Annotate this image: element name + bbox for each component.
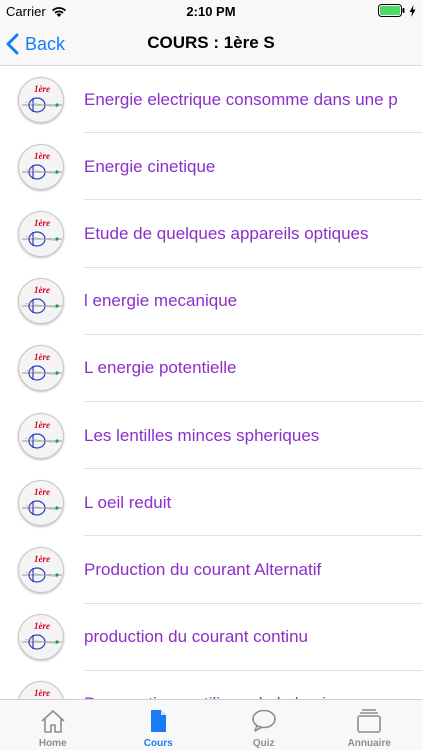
tab-label: Home [38,738,67,749]
list-item[interactable]: 1ère Energie cinetique [0,133,422,201]
optics-diagram-icon: 1ère [22,487,62,516]
course-title: Energie cinetique [84,156,216,176]
level-badge: 1ère [34,285,50,295]
course-title: Les lentilles minces spheriques [84,425,320,445]
tab-label: Cours [143,738,173,749]
chat-bubble-icon [251,709,276,732]
list-item[interactable]: 1ère L oeil reduit [0,469,422,537]
course-thumbnail: 1ère [18,143,64,190]
course-title: production du courant continu [84,627,308,647]
course-thumbnail: 1ère [18,76,64,123]
course-thumbnail: 1ère [18,614,64,661]
tab-annuaire[interactable]: Annuaire [317,700,422,750]
list-item[interactable]: 1ère Etude de quelques appareils optique… [0,200,422,268]
list-item[interactable]: 1ère Energie electrique consomme dans un… [0,66,422,134]
tab-bar: Home Cours Quiz Annuaire [0,699,422,750]
status-right [378,4,416,17]
status-time: 2:10 PM [186,4,236,19]
level-badge: 1ère [34,352,50,362]
list-item[interactable]: 1ère production du courant continu [0,604,422,671]
course-title: l energie mecanique [84,291,238,311]
battery-icon [378,4,405,17]
course-title: L energie potentielle [84,358,237,378]
tab-label: Quiz [252,738,275,749]
optics-diagram-icon: 1ère [22,151,62,180]
course-title: L oeil reduit [84,492,172,512]
list-item[interactable]: 1ère Les lentilles minces spheriques [0,402,422,470]
optics-diagram-icon: 1ère [22,554,62,583]
stack-icon [357,709,382,733]
home-icon [41,710,65,733]
tab-cours[interactable]: Cours [106,700,212,750]
optics-diagram-icon: 1ère [22,218,62,247]
tab-home[interactable]: Home [0,700,106,750]
course-thumbnail: 1ère [18,479,64,526]
optics-diagram-icon: 1ère [22,84,62,113]
course-title: Energie electrique consomme dans une p [84,89,398,109]
optics-diagram-icon: 1ère [22,621,62,650]
course-thumbnail: 1ère [18,412,64,459]
tab-label: Annuaire [347,738,391,749]
tab-quiz[interactable]: Quiz [211,700,317,750]
course-thumbnail: 1ère [18,681,64,699]
level-badge: 1ère [34,84,50,94]
course-thumbnail: 1ère [18,278,64,325]
level-badge: 1ère [34,218,50,228]
document-icon [151,710,167,732]
level-badge: 1ère [34,420,50,430]
level-badge: 1ère [34,621,50,631]
charging-bolt-icon [409,4,416,17]
status-bar: Carrier 2:10 PM [0,0,422,22]
level-badge: 1ère [34,151,50,161]
course-thumbnail: 1ère [18,546,64,593]
optics-diagram-icon: 1ère [22,285,62,314]
course-thumbnail: 1ère [18,210,64,257]
level-badge: 1ère [34,487,50,497]
optics-diagram-icon: 1ère [22,352,62,381]
list-item[interactable]: 1ère Propagation rectiligne de la lumier… [0,671,422,699]
level-badge: 1ère [34,688,50,698]
course-list: 1ère Energie electrique consomme dans un… [0,66,422,699]
list-item[interactable]: 1ère Production du courant Alternatif [0,536,422,604]
navigation-bar: Back COURS : 1ère S [0,22,422,66]
course-title: Etude de quelques appareils optiques [84,223,369,243]
list-item[interactable]: 1ère l energie mecanique [0,268,422,335]
course-title: Production du courant Alternatif [84,559,322,579]
list-item[interactable]: 1ère L energie potentielle [0,335,422,403]
course-thumbnail: 1ère [18,345,64,392]
optics-diagram-icon: 1ère [34,688,50,698]
optics-diagram-icon: 1ère [22,420,62,449]
page-title: COURS : 1ère S [147,33,275,52]
level-badge: 1ère [34,554,50,564]
